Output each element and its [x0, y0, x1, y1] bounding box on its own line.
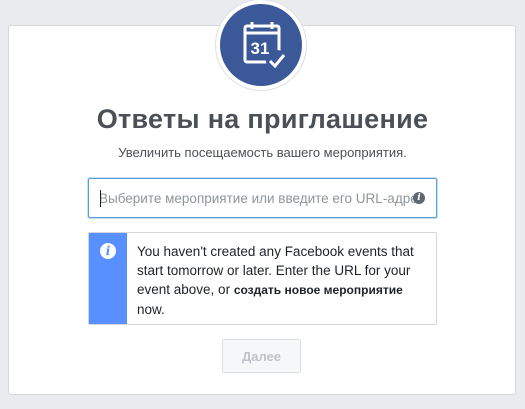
notice-text-after: now.	[137, 302, 165, 317]
create-event-link[interactable]: создать новое мероприятие	[234, 283, 403, 297]
info-icon[interactable]: i	[413, 192, 425, 204]
text-caret	[100, 190, 101, 207]
page-title: Ответы на приглашение	[96, 104, 429, 134]
next-button[interactable]: Далее	[222, 339, 301, 373]
calendar-day-number: 31	[251, 39, 270, 58]
calendar-check-icon: 31	[220, 4, 302, 86]
event-search-field[interactable]: i	[88, 178, 437, 218]
info-icon: i	[100, 243, 116, 259]
page-subtitle: Увеличить посещаемость вашего мероприяти…	[118, 145, 407, 160]
event-search-input[interactable]	[99, 179, 417, 217]
no-events-notice: i You haven't created any Facebook event…	[88, 232, 437, 325]
event-badge: 31	[216, 0, 306, 90]
notice-accent-bar: i	[89, 233, 127, 324]
notice-message: You haven't created any Facebook events …	[137, 242, 429, 319]
